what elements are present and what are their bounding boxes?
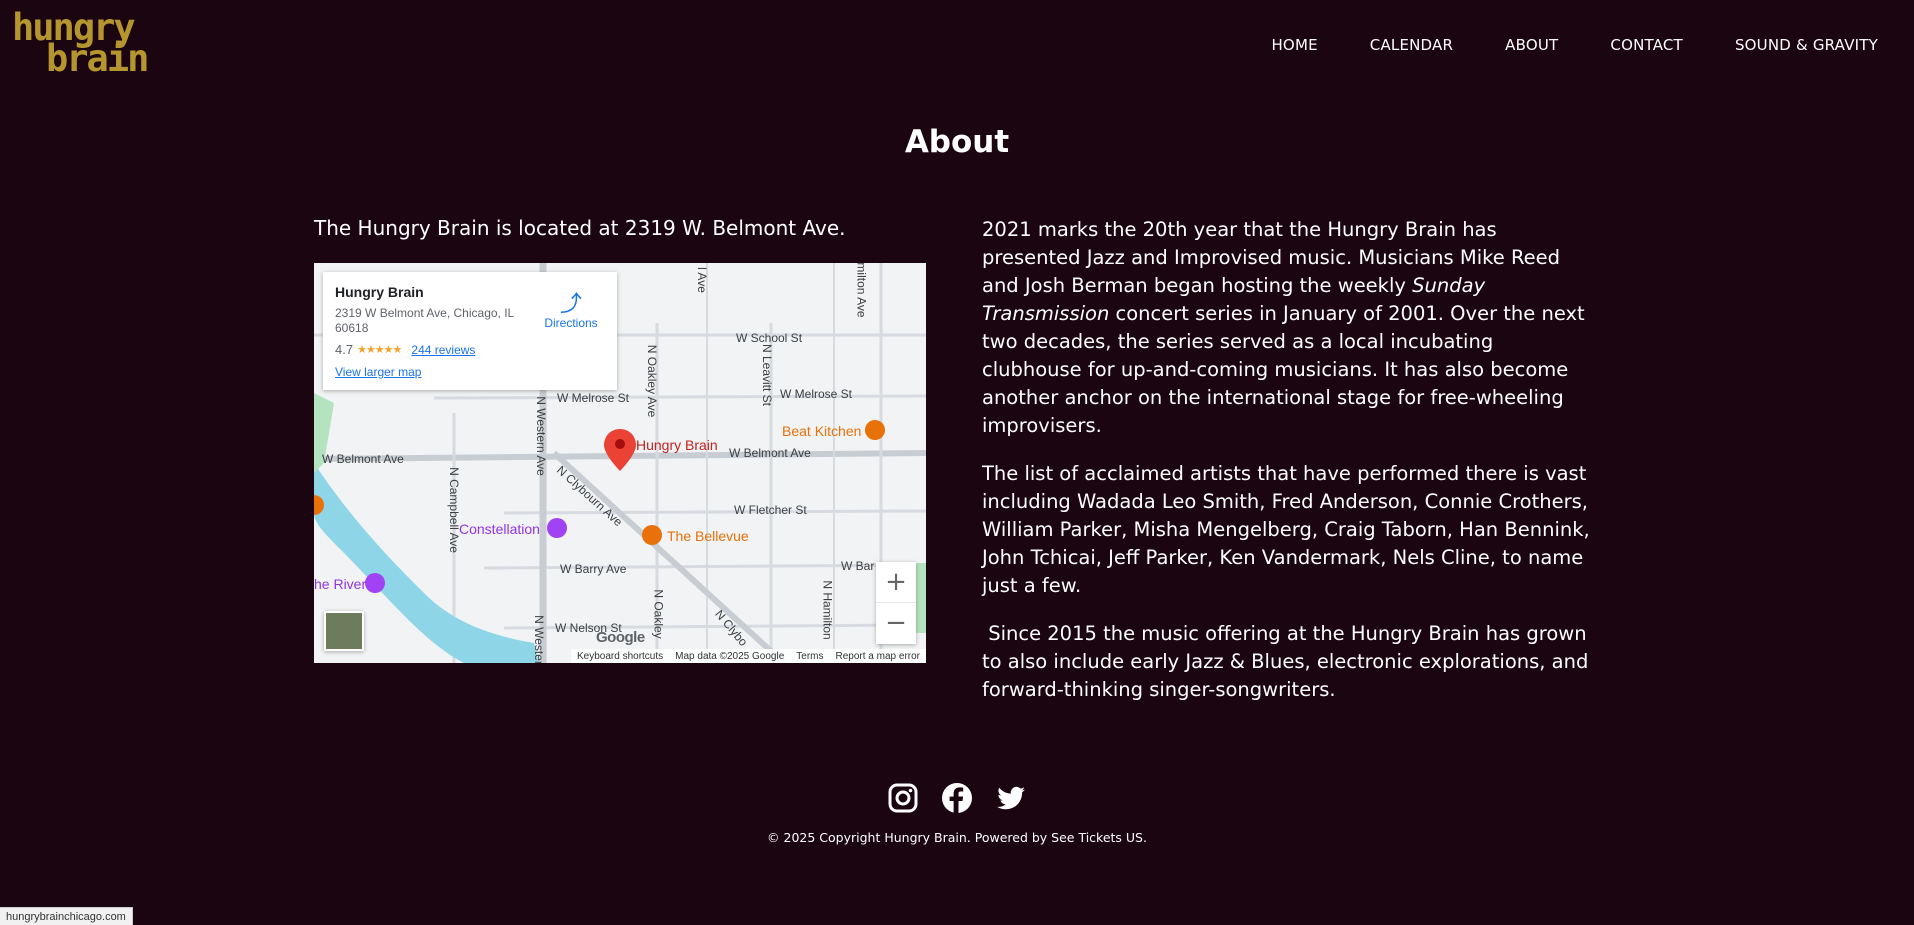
main-nav: HOME CALENDAR ABOUT CONTACT SOUND & GRAV… <box>1271 36 1878 54</box>
map-label: W Fletcher St <box>734 503 807 517</box>
map-poi-label[interactable]: Beat Kitchen <box>782 423 861 439</box>
about-text: 2021 marks the 20th year that the Hungry… <box>982 216 1592 724</box>
map-marker-label[interactable]: Hungry Brain <box>636 437 718 453</box>
social-links <box>0 782 1914 814</box>
zoom-in-button[interactable]: + <box>876 562 916 603</box>
location-text: The Hungry Brain is located at 2319 W. B… <box>314 216 846 240</box>
nav-contact[interactable]: CONTACT <box>1610 36 1683 54</box>
nav-sound-gravity[interactable]: SOUND & GRAVITY <box>1735 36 1878 54</box>
facebook-icon[interactable] <box>941 782 973 814</box>
site-logo[interactable]: hungry brain <box>12 9 149 80</box>
keyboard-shortcuts-link[interactable]: Keyboard shortcuts <box>577 651 663 662</box>
about-paragraph-3: Since 2015 the music offering at the Hun… <box>982 622 1595 701</box>
attraction-icon <box>365 573 385 593</box>
page-title: About <box>904 124 1010 160</box>
map-label: N Western Ave <box>533 396 548 476</box>
report-error-link[interactable]: Report a map error <box>836 651 920 662</box>
map-label: N Wester <box>531 615 546 663</box>
copyright: © 2025 Copyright Hungry Brain. Powered b… <box>767 830 1147 845</box>
nav-calendar[interactable]: CALENDAR <box>1370 36 1453 54</box>
directions-button[interactable]: ⤴ Directions <box>541 291 601 331</box>
zoom-out-button[interactable]: − <box>876 603 916 644</box>
map-label: W Melrose St <box>557 391 630 405</box>
view-larger-map-link[interactable]: View larger map <box>335 365 605 379</box>
about-paragraph-2: The list of acclaimed artists that have … <box>982 462 1590 597</box>
directions-label: Directions <box>544 316 598 330</box>
map-marker-icon[interactable] <box>604 429 636 471</box>
zoom-controls: + − <box>876 562 916 644</box>
map-label: N Campbell Ave <box>446 467 461 553</box>
twitter-icon[interactable] <box>995 782 1027 814</box>
map-label: W School St <box>736 331 803 345</box>
map-poi-label[interactable]: he River <box>314 576 366 592</box>
map-data-text: Map data ©2025 Google <box>675 650 785 662</box>
nav-about[interactable]: ABOUT <box>1505 36 1558 54</box>
map-poi-label[interactable]: Constellation <box>459 521 540 537</box>
map-poi-label[interactable]: The Bellevue <box>667 528 749 544</box>
place-card: Hungry Brain 2319 W Belmont Ave, Chicago… <box>323 272 617 390</box>
map-label: N Hamilton <box>820 580 835 640</box>
directions-icon: ⤴ <box>559 291 582 316</box>
map-label: N Leavitt St <box>760 343 775 407</box>
embedded-map[interactable]: W School St W Melrose St W Melrose St W … <box>314 263 926 663</box>
about-paragraph-1: 2021 marks the 20th year that the Hungry… <box>982 216 1592 440</box>
map-label: W Belmont Ave <box>729 446 811 460</box>
restaurant-icon <box>642 525 662 545</box>
place-address: 2319 W Belmont Ave, Chicago, IL 60618 <box>335 306 514 335</box>
map-footer: Keyboard shortcuts Map data ©2025 Google… <box>570 649 926 663</box>
star-rating-icon: ★★★★★ <box>357 344 402 356</box>
nav-home[interactable]: HOME <box>1271 36 1317 54</box>
map-label: W Melrose St <box>780 387 853 401</box>
map-label: W Belmont Ave <box>322 452 404 466</box>
reviews-link[interactable]: 244 reviews <box>411 343 475 357</box>
map-label: W Bar <box>841 559 875 573</box>
map-label: N Oakley <box>651 589 666 639</box>
terms-link[interactable]: Terms <box>796 651 823 662</box>
satellite-layer-button[interactable] <box>324 611 364 651</box>
map-label: W Barry Ave <box>560 562 627 576</box>
instagram-icon[interactable] <box>887 782 919 814</box>
browser-status-bar: hungrybrainchicago.com <box>0 907 133 925</box>
map-label: l Ave <box>694 267 709 293</box>
rating-row: 4.7 ★★★★★ 244 reviews <box>335 342 605 357</box>
rating-value: 4.7 <box>335 342 354 357</box>
bar-icon <box>865 420 885 440</box>
map-label: milton Ave <box>854 263 869 318</box>
google-logo: Google <box>596 629 645 646</box>
venue-icon <box>547 518 567 538</box>
map-label: N Oakley Ave <box>645 344 660 418</box>
